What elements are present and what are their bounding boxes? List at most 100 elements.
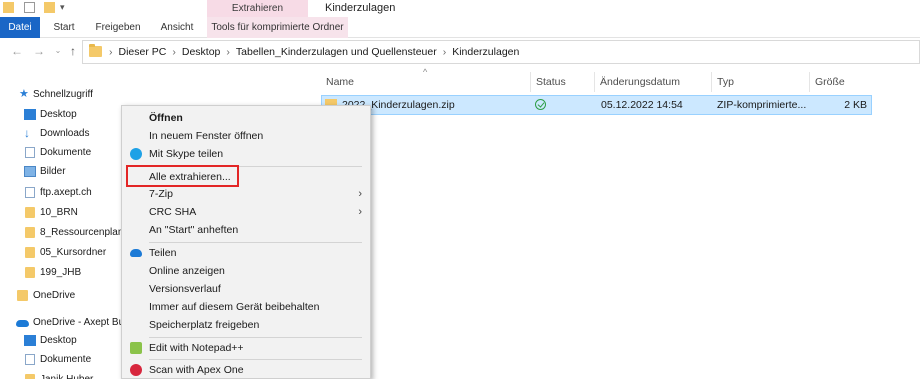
tab-tools-komprimierte-ordner[interactable]: Tools für komprimierte Ordner: [207, 17, 348, 38]
breadcrumb-separator[interactable]: ›: [220, 46, 236, 58]
nav-item-label: OneDrive: [33, 290, 76, 301]
menu-item-immer-beibehalten[interactable]: Immer auf diesem Gerät beibehalten: [122, 298, 370, 316]
column-header-status[interactable]: Status: [536, 70, 566, 94]
pictures-icon: [24, 166, 36, 177]
nav-item-label: Desktop: [40, 109, 77, 120]
folder-icon: [25, 207, 35, 218]
forward-arrow-icon[interactable]: →: [32, 44, 46, 58]
nav-item-label: Janik Huber: [40, 370, 93, 379]
folder-icon: [25, 267, 35, 278]
skype-icon: [130, 148, 142, 160]
column-header-date[interactable]: Änderungsdatum: [600, 70, 680, 94]
menu-item-versionsverlauf[interactable]: Versionsverlauf: [122, 280, 370, 298]
download-icon: ↓: [24, 126, 30, 140]
column-header-type[interactable]: Typ: [717, 70, 734, 94]
folder-icon: [25, 247, 35, 258]
column-divider[interactable]: [809, 72, 810, 92]
nav-item-8-ressourcenplanung[interactable]: 8_Ressourcenplanu: [0, 223, 122, 243]
menu-item-oeffnen[interactable]: Öffnen: [122, 109, 370, 127]
sync-ok-icon: [535, 99, 546, 110]
nav-item-199-jhb[interactable]: 199_JHB: [0, 263, 122, 283]
window-title: Kinderzulagen: [325, 2, 396, 14]
cloud-icon: [16, 320, 29, 327]
menu-item-skype-teilen[interactable]: Mit Skype teilen: [122, 145, 370, 163]
column-divider[interactable]: [711, 72, 712, 92]
menu-item-neues-fenster[interactable]: In neuem Fenster öffnen: [122, 127, 370, 145]
menu-item-speicherplatz-freigeben[interactable]: Speicherplatz freigeben: [122, 316, 370, 334]
nav-item-label: Desktop: [40, 335, 77, 346]
breadcrumb-desktop[interactable]: Desktop: [182, 46, 221, 58]
menu-separator: [149, 359, 362, 360]
new-folder-icon[interactable]: [44, 2, 55, 13]
nav-item-schnellzugriff[interactable]: ★ Schnellzugriff: [0, 85, 122, 105]
breadcrumb-separator: ›: [109, 46, 113, 58]
menu-item-online-anzeigen[interactable]: Online anzeigen: [122, 262, 370, 280]
breadcrumb-tabellen[interactable]: Tabellen_Kinderzulagen und Quellensteuer: [236, 46, 437, 58]
menu-item-label: Scan with Apex One: [149, 364, 244, 376]
context-tab-header: Extrahieren: [207, 0, 308, 17]
nav-item-desktop[interactable]: Desktop: [0, 105, 122, 125]
nav-item-label: 8_Ressourcenplanu: [40, 227, 122, 238]
menu-item-label: Edit with Notepad++: [149, 342, 244, 354]
column-header-size[interactable]: Größe: [815, 70, 845, 94]
customize-toolbar-icon[interactable]: ▾: [60, 2, 71, 13]
nav-item-label: Downloads: [40, 128, 90, 139]
menu-item-an-start-anheften[interactable]: An "Start" anheften: [122, 221, 370, 239]
submenu-arrow-icon: ›: [358, 206, 362, 218]
properties-icon[interactable]: [24, 2, 35, 13]
breadcrumb-separator[interactable]: ›: [437, 46, 453, 58]
menu-item-7zip[interactable]: 7-Zip ›: [122, 185, 370, 203]
up-arrow-icon[interactable]: ↑: [66, 44, 80, 58]
column-header-name[interactable]: Name: [326, 70, 354, 94]
menu-item-label: CRC SHA: [149, 206, 197, 218]
menu-item-teilen[interactable]: Teilen: [122, 244, 370, 262]
nav-item-onedrive-dokumente[interactable]: Dokumente: [0, 350, 122, 370]
nav-item-dokumente[interactable]: Dokumente: [0, 143, 122, 163]
title-bar: ▾ Extrahieren Kinderzulagen: [0, 0, 920, 17]
star-icon: ★: [19, 88, 29, 100]
nav-item-bilder[interactable]: Bilder: [0, 162, 122, 182]
documents-icon: [25, 354, 35, 365]
documents-icon: [25, 147, 35, 158]
menu-item-crc-sha[interactable]: CRC SHA ›: [122, 203, 370, 221]
nav-item-janik-huber[interactable]: Janik Huber: [0, 370, 122, 379]
column-divider[interactable]: [594, 72, 595, 92]
nav-item-onedrive-axept[interactable]: OneDrive - Axept Bu: [0, 313, 122, 333]
breadcrumb-dieser-pc[interactable]: Dieser PC: [119, 46, 167, 58]
back-arrow-icon[interactable]: ←: [10, 44, 24, 58]
recent-locations-icon[interactable]: ⌄: [51, 44, 65, 58]
tab-ansicht[interactable]: Ansicht: [152, 17, 202, 38]
column-divider[interactable]: [530, 72, 531, 92]
menu-item-label: 7-Zip: [149, 188, 173, 200]
file-type: ZIP-komprimierte...: [717, 99, 807, 111]
nav-item-label: Schnellzugriff: [33, 89, 93, 100]
folder-icon[interactable]: [3, 2, 14, 13]
nav-item-label: Dokumente: [40, 354, 92, 365]
breadcrumb-kinderzulagen[interactable]: Kinderzulagen: [452, 46, 519, 58]
menu-item-label: Mit Skype teilen: [149, 148, 224, 160]
sort-ascending-icon: ^: [423, 67, 428, 77]
menu-item-label: Versionsverlauf: [149, 283, 221, 295]
nav-item-10-brn[interactable]: 10_BRN: [0, 203, 122, 223]
nav-item-label: Dokumente: [40, 147, 92, 158]
notepadpp-icon: [130, 342, 142, 354]
tab-start[interactable]: Start: [44, 17, 84, 38]
address-bar[interactable]: › Dieser PC › Desktop › Tabellen_Kinderzulage…: [82, 40, 920, 64]
tab-freigeben[interactable]: Freigeben: [88, 17, 148, 38]
nav-item-ftp[interactable]: ftp.axept.ch: [0, 183, 122, 203]
file-row[interactable]: 2022_Kinderzulagen.zip 05.12.2022 14:54 …: [321, 95, 872, 115]
nav-item-label: 05_Kursordner: [40, 247, 107, 258]
onedrive-icon: [130, 249, 142, 257]
nav-item-downloads[interactable]: ↓ Downloads: [0, 124, 122, 144]
ribbon-tabs: Datei Start Freigeben Ansicht Tools für …: [0, 17, 920, 38]
file-date: 05.12.2022 14:54: [601, 99, 683, 111]
nav-item-onedrive[interactable]: OneDrive: [0, 286, 122, 306]
tab-datei[interactable]: Datei: [0, 17, 40, 38]
breadcrumb-separator[interactable]: ›: [166, 46, 182, 58]
menu-item-notepadpp[interactable]: Edit with Notepad++: [122, 339, 370, 357]
nav-item-onedrive-desktop[interactable]: Desktop: [0, 331, 122, 351]
menu-item-apex-one[interactable]: Scan with Apex One: [122, 361, 370, 379]
nav-item-05-kursordner[interactable]: 05_Kursordner: [0, 243, 122, 263]
menu-item-label: Teilen: [149, 247, 177, 259]
nav-item-label: ftp.axept.ch: [40, 187, 92, 198]
